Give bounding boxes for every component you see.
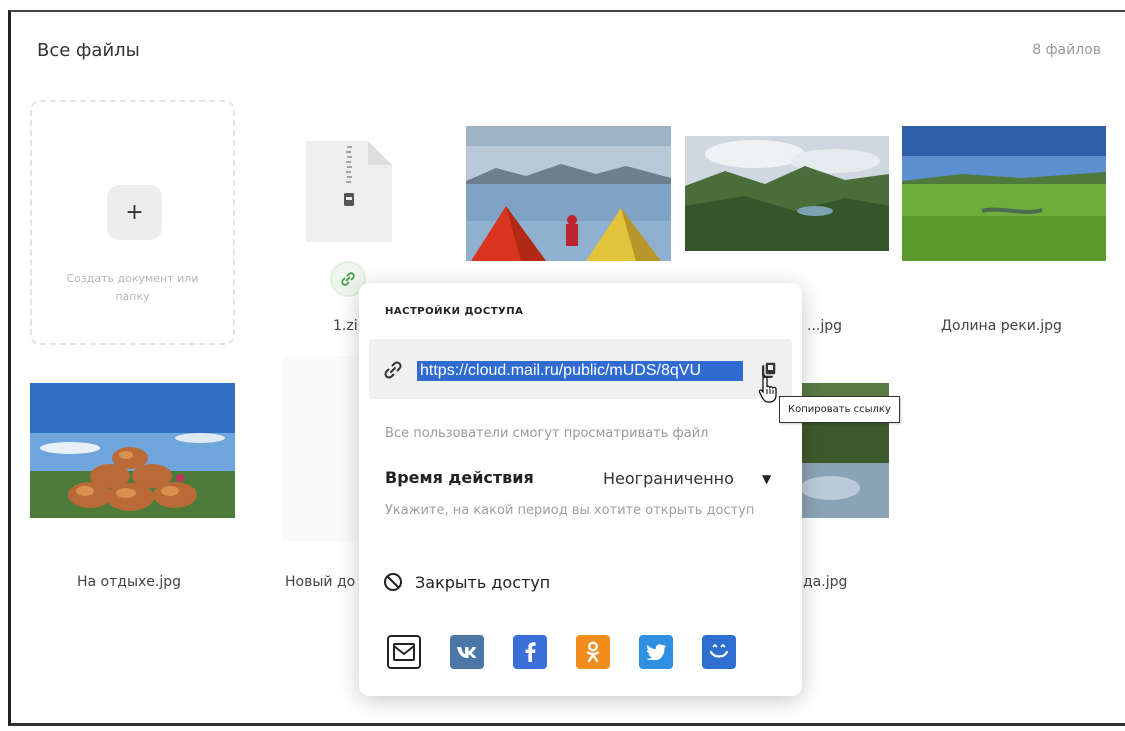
photo-mountain-lake-thumbnail[interactable]	[685, 136, 889, 251]
create-document-tile[interactable]: + Создать документ или папку	[30, 100, 235, 345]
photo-vacation-thumbnail[interactable]	[30, 383, 235, 518]
close-access-label: Закрыть доступ	[415, 572, 551, 592]
photo-vacation-name[interactable]: На отдыхе.jpg	[77, 574, 181, 590]
share-mail-button[interactable]	[387, 635, 421, 669]
zip-file-name[interactable]: 1.zi	[333, 318, 358, 334]
share-buttons-row	[387, 635, 736, 669]
close-access-button[interactable]: Закрыть доступ	[383, 570, 550, 594]
link-icon	[341, 272, 355, 286]
plus-icon[interactable]: +	[107, 185, 162, 240]
access-settings-popup: НАСТРОЙКИ ДОСТУПА https://cloud.mail.ru/…	[359, 283, 802, 696]
share-vk-button[interactable]	[450, 635, 484, 669]
share-link-url[interactable]: https://cloud.mail.ru/public/mUDS/8qVU	[417, 361, 743, 381]
hand-cursor-icon	[758, 376, 777, 403]
facebook-icon	[525, 642, 536, 662]
photo-river-valley-thumbnail[interactable]	[902, 126, 1106, 261]
mail-icon	[393, 643, 415, 661]
photo-mountain-lake-name[interactable]: ...jpg	[807, 318, 842, 334]
period-hint: Укажите, на какой период вы хотите откры…	[385, 503, 755, 518]
share-link-row[interactable]: https://cloud.mail.ru/public/mUDS/8qVU	[369, 339, 792, 399]
new-document-name[interactable]: Новый до	[285, 574, 355, 590]
create-tile-label: Создать документ или папку	[66, 272, 199, 303]
zip-file-icon[interactable]	[306, 141, 392, 242]
page-title: Все файлы	[37, 40, 140, 61]
share-twitter-button[interactable]	[639, 635, 673, 669]
vk-icon	[457, 647, 477, 658]
odnoklassniki-icon	[586, 641, 600, 663]
link-icon	[384, 361, 402, 379]
share-moimir-button[interactable]	[702, 635, 736, 669]
popup-title: НАСТРОЙКИ ДОСТУПА	[385, 306, 524, 317]
period-select[interactable]: Неограниченно	[603, 469, 734, 488]
share-odnoklassniki-button[interactable]	[576, 635, 610, 669]
copy-link-tooltip: Копировать ссылку	[779, 396, 900, 423]
moimir-icon	[709, 643, 729, 658]
photo-tents-thumbnail[interactable]	[466, 126, 671, 261]
view-permission-hint: Все пользователи смогут просматривать фа…	[385, 426, 709, 441]
photo-forest-water-name[interactable]: да.jpg	[803, 574, 847, 590]
twitter-icon	[646, 644, 666, 660]
file-count: 8 файлов	[1032, 42, 1101, 58]
share-facebook-button[interactable]	[513, 635, 547, 669]
chevron-down-icon[interactable]: ▼	[762, 472, 771, 486]
period-label: Время действия	[385, 468, 534, 487]
photo-river-valley-name[interactable]: Долина реки.jpg	[941, 318, 1062, 334]
block-icon	[384, 573, 402, 591]
